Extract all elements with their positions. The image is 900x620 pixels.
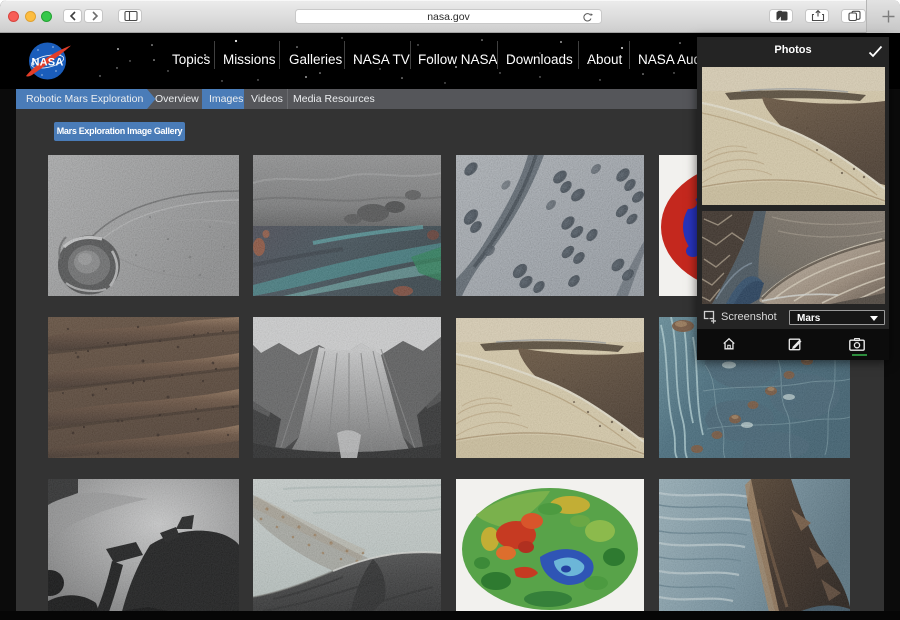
svg-text:NASA: NASA bbox=[32, 57, 64, 69]
